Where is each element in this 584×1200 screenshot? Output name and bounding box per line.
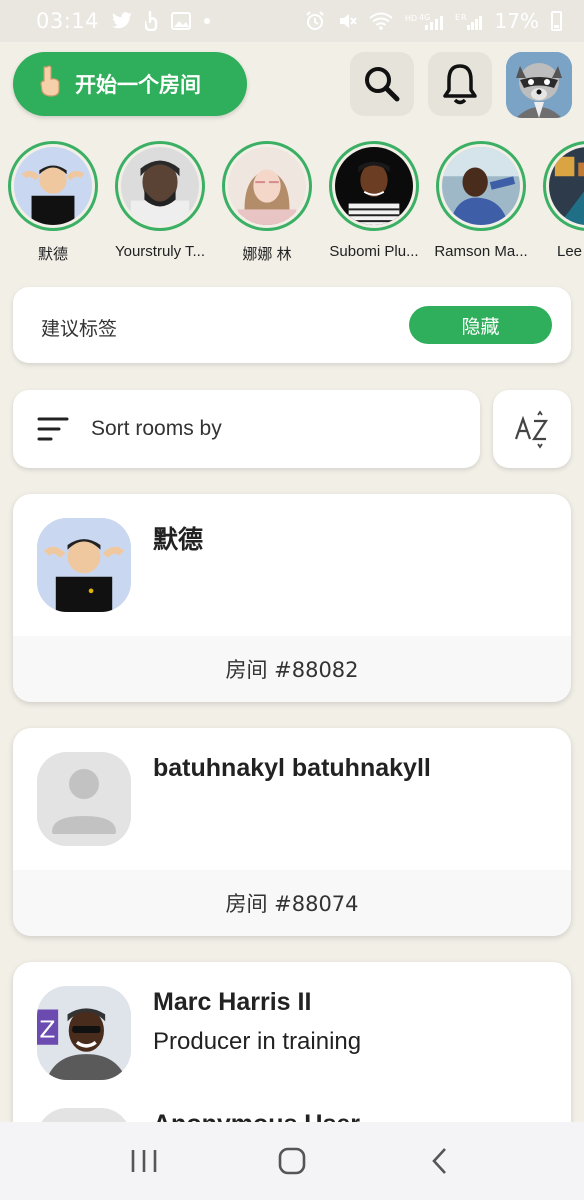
host-bio: Producer in training bbox=[153, 1028, 362, 1055]
story-ring bbox=[8, 141, 98, 231]
hand-icon bbox=[39, 64, 63, 104]
svg-text:R: R bbox=[461, 13, 467, 22]
recent-apps-button[interactable] bbox=[114, 1136, 174, 1186]
home-icon bbox=[278, 1147, 306, 1175]
host-avatar bbox=[37, 518, 131, 612]
room-card[interactable]: 默德 房间 #88082 bbox=[13, 494, 571, 702]
host-avatar: Z bbox=[37, 986, 131, 1080]
recent-apps-icon bbox=[131, 1150, 157, 1172]
story-avatar bbox=[335, 147, 413, 225]
sort-rooms-dropdown[interactable]: Sort rooms by bbox=[13, 390, 480, 468]
story-name: Subomi Plu... bbox=[329, 243, 419, 260]
svg-text:4G: 4G bbox=[419, 13, 430, 22]
status-bar: 03:14 HD 4G ER 17% bbox=[0, 0, 584, 42]
story-item[interactable]: Lee bbox=[535, 138, 584, 260]
suggested-tags-title: 建议标签 bbox=[41, 318, 118, 340]
host-name: Marc Harris II bbox=[153, 988, 312, 1016]
notifications-button[interactable] bbox=[428, 52, 492, 116]
story-item[interactable]: 默德 bbox=[0, 138, 106, 264]
suggested-tags-panel: 建议标签 隐藏 bbox=[13, 287, 571, 363]
room-number: 房间 #88074 bbox=[13, 870, 571, 936]
status-right: HD 4G ER 17% bbox=[305, 9, 562, 33]
svg-text:HD: HD bbox=[405, 14, 417, 23]
alarm-icon bbox=[305, 11, 324, 30]
story-ring bbox=[436, 141, 526, 231]
bell-icon bbox=[443, 64, 477, 105]
hide-button[interactable]: 隐藏 bbox=[409, 306, 552, 344]
sort-alpha-icon bbox=[493, 390, 571, 468]
story-avatar bbox=[549, 147, 584, 225]
story-item[interactable]: Subomi Plu... bbox=[321, 138, 427, 260]
story-name: Yourstruly T... bbox=[114, 243, 206, 260]
sort-rooms-label: Sort rooms by bbox=[91, 417, 222, 440]
roaming-signal-icon: ER bbox=[455, 13, 482, 30]
story-item[interactable]: Yourstruly T... bbox=[107, 138, 213, 260]
story-avatar bbox=[121, 147, 199, 225]
twitter-icon bbox=[112, 12, 132, 29]
back-icon bbox=[432, 1148, 446, 1174]
story-ring bbox=[115, 141, 205, 231]
dot-icon bbox=[204, 18, 211, 24]
status-left: 03:14 bbox=[36, 9, 211, 33]
home-button[interactable] bbox=[262, 1136, 322, 1186]
top-header: 开始一个房间 bbox=[0, 42, 584, 130]
room-number: 房间 #88082 bbox=[13, 636, 571, 702]
story-name: Ramson Ma... bbox=[434, 243, 528, 260]
people-stories-row: 默德 Yourstruly T... 娜娜 林 Subomi Plu... Ra… bbox=[0, 138, 584, 268]
sort-icon bbox=[37, 417, 69, 441]
wifi-icon bbox=[368, 12, 393, 30]
gallery-icon bbox=[171, 12, 192, 30]
default-avatar-icon bbox=[37, 752, 131, 846]
battery-percent: 17% bbox=[494, 9, 539, 33]
story-avatar bbox=[442, 147, 520, 225]
sort-alpha-button[interactable] bbox=[493, 390, 571, 468]
back-button[interactable] bbox=[410, 1136, 470, 1186]
profile-avatar-button[interactable] bbox=[506, 52, 572, 118]
story-ring bbox=[329, 141, 419, 231]
svg-text:E: E bbox=[455, 13, 460, 22]
hd-4g-signal-icon: HD 4G bbox=[405, 13, 443, 30]
room-card[interactable]: batuhnakyl batuhnakyll 房间 #88074 bbox=[13, 728, 571, 936]
search-icon bbox=[365, 67, 400, 102]
host-name: batuhnakyl batuhnakyll bbox=[153, 754, 431, 782]
story-name: 娜娜 林 bbox=[242, 246, 292, 263]
battery-icon bbox=[551, 11, 562, 31]
raccoon-avatar-icon bbox=[506, 52, 572, 118]
status-time: 03:14 bbox=[36, 9, 100, 33]
gesture-icon bbox=[145, 11, 158, 31]
start-room-button[interactable]: 开始一个房间 bbox=[13, 52, 247, 116]
story-name: 默德 bbox=[37, 246, 68, 263]
mute-icon bbox=[339, 14, 357, 28]
story-item[interactable]: 娜娜 林 bbox=[214, 138, 320, 264]
story-avatar bbox=[228, 147, 306, 225]
search-button[interactable] bbox=[350, 52, 414, 116]
host-name: 默德 bbox=[153, 526, 204, 554]
story-name: Lee bbox=[557, 243, 583, 260]
start-room-label: 开始一个房间 bbox=[75, 74, 201, 97]
story-avatar bbox=[14, 147, 92, 225]
story-ring bbox=[543, 141, 584, 231]
system-nav-bar bbox=[0, 1122, 584, 1200]
story-ring bbox=[222, 141, 312, 231]
svg-text:Z: Z bbox=[39, 1016, 55, 1044]
story-item[interactable]: Ramson Ma... bbox=[428, 138, 534, 260]
